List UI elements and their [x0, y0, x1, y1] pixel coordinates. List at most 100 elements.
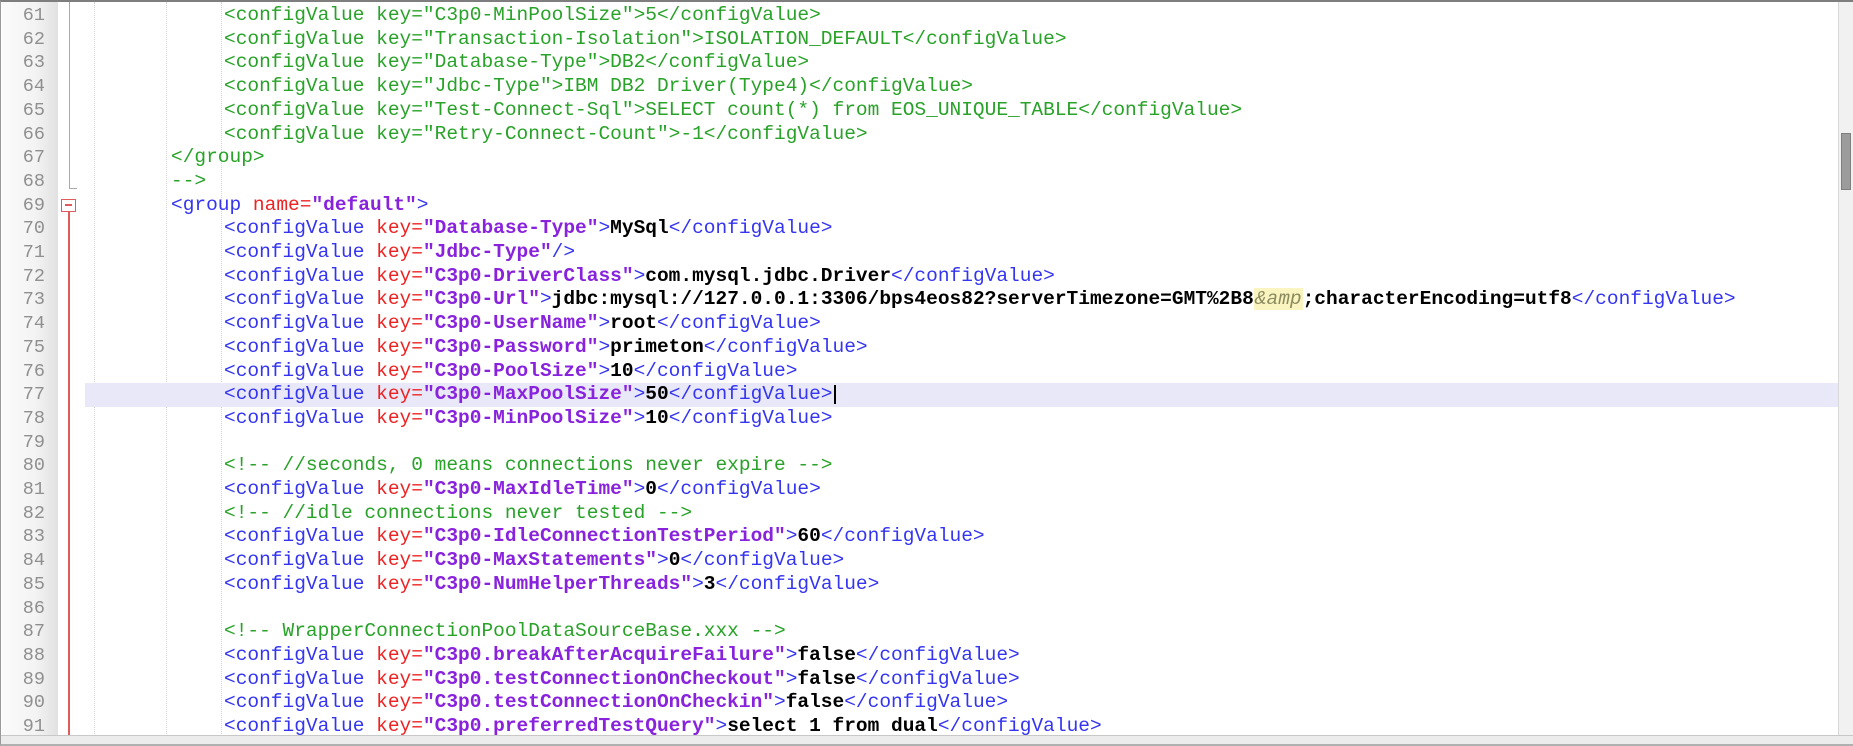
code-line-90[interactable]: <configValue key="C3p0.testConnectionOnC…	[85, 691, 1839, 715]
code-line-81[interactable]: <configValue key="C3p0-MaxIdleTime">0</c…	[85, 478, 1839, 502]
code-line-88[interactable]: <configValue key="C3p0.breakAfterAcquire…	[85, 644, 1839, 668]
fold-region-end-tick	[69, 188, 77, 189]
line-number-69[interactable]: 69	[2, 194, 45, 218]
token-tag: <configValue	[224, 407, 376, 429]
code-line-76[interactable]: <configValue key="C3p0-PoolSize">10</con…	[85, 360, 1839, 384]
token-tag: </configValue>	[704, 336, 868, 358]
code-line-89[interactable]: <configValue key="C3p0.testConnectionOnC…	[85, 668, 1839, 692]
code-line-62[interactable]: <configValue key="Transaction-Isolation"…	[85, 28, 1839, 52]
line-number-85[interactable]: 85	[2, 573, 45, 597]
code-line-78[interactable]: <configValue key="C3p0-MinPoolSize">10</…	[85, 407, 1839, 431]
line-number-63[interactable]: 63	[2, 51, 45, 75]
token-attr: key=	[376, 383, 423, 405]
code-line-73[interactable]: <configValue key="C3p0-Url">jdbc:mysql:/…	[85, 288, 1839, 312]
code-line-68[interactable]: -->	[85, 170, 1839, 194]
line-number-61[interactable]: 61	[2, 4, 45, 28]
code-line-75[interactable]: <configValue key="C3p0-Password">primeto…	[85, 336, 1839, 360]
token-tag: </configValue>	[844, 691, 1008, 713]
token-val: "C3p0-MaxStatements"	[423, 549, 657, 571]
token-tag: >	[634, 383, 646, 405]
line-number-88[interactable]: 88	[2, 644, 45, 668]
code-line-74[interactable]: <configValue key="C3p0-UserName">root</c…	[85, 312, 1839, 336]
code-line-77[interactable]: <configValue key="C3p0-MaxPoolSize">50</…	[85, 383, 1839, 407]
line-number-78[interactable]: 78	[2, 407, 45, 431]
token-tag: >	[540, 288, 552, 310]
code-line-70[interactable]: <configValue key="Database-Type">MySql</…	[85, 217, 1839, 241]
token-val: "C3p0-UserName"	[423, 312, 599, 334]
line-number-67[interactable]: 67	[2, 146, 45, 170]
token-val: "C3p0.preferredTestQuery"	[423, 715, 716, 736]
code-line-63[interactable]: <configValue key="Database-Type">DB2</co…	[85, 51, 1839, 75]
code-line-85[interactable]: <configValue key="C3p0-NumHelperThreads"…	[85, 573, 1839, 597]
code-area[interactable]: <configValue key="C3p0-MinPoolSize">5</c…	[85, 2, 1839, 736]
fold-column	[58, 2, 85, 736]
line-number-64[interactable]: 64	[2, 75, 45, 99]
line-number-83[interactable]: 83	[2, 525, 45, 549]
code-line-87[interactable]: <!-- WrapperConnectionPoolDataSourceBase…	[85, 620, 1839, 644]
fold-collapse-icon[interactable]	[61, 199, 76, 212]
token-comment: <configValue key="Test-Connect-Sql">SELE…	[224, 99, 1242, 121]
line-number-73[interactable]: 73	[2, 288, 45, 312]
line-number-66[interactable]: 66	[2, 123, 45, 147]
horizontal-scrollbar-track[interactable]	[1, 735, 1853, 744]
line-number-81[interactable]: 81	[2, 478, 45, 502]
line-number-82[interactable]: 82	[2, 502, 45, 526]
token-val: "C3p0.breakAfterAcquireFailure"	[423, 644, 786, 666]
token-attr: key=	[376, 668, 423, 690]
code-line-91[interactable]: <configValue key="C3p0.preferredTestQuer…	[85, 715, 1839, 736]
code-line-61[interactable]: <configValue key="C3p0-MinPoolSize">5</c…	[85, 4, 1839, 28]
line-number-70[interactable]: 70	[2, 217, 45, 241]
token-tag: </configValue>	[657, 478, 821, 500]
token-val: "C3p0-MinPoolSize"	[423, 407, 634, 429]
code-line-83[interactable]: <configValue key="C3p0-IdleConnectionTes…	[85, 525, 1839, 549]
token-val: "C3p0-DriverClass"	[423, 265, 634, 287]
line-number-87[interactable]: 87	[2, 620, 45, 644]
line-number-84[interactable]: 84	[2, 549, 45, 573]
vertical-scrollbar[interactable]	[1838, 2, 1853, 736]
token-text: MySql	[610, 217, 669, 239]
token-tag: <configValue	[224, 265, 376, 287]
line-number-75[interactable]: 75	[2, 336, 45, 360]
line-number-80[interactable]: 80	[2, 454, 45, 478]
code-line-71[interactable]: <configValue key="Jdbc-Type"/>	[85, 241, 1839, 265]
token-tag: <configValue	[224, 383, 376, 405]
token-tag: </configValue>	[1572, 288, 1736, 310]
token-text: false	[797, 668, 856, 690]
line-number-89[interactable]: 89	[2, 668, 45, 692]
token-val: "C3p0-Url"	[423, 288, 540, 310]
line-number-72[interactable]: 72	[2, 265, 45, 289]
code-line-84[interactable]: <configValue key="C3p0-MaxStatements">0<…	[85, 549, 1839, 573]
token-entity: &amp	[1254, 288, 1303, 310]
token-tag: <configValue	[224, 360, 376, 382]
code-line-64[interactable]: <configValue key="Jdbc-Type">IBM DB2 Dri…	[85, 75, 1839, 99]
code-line-69[interactable]: <group name="default">	[85, 194, 1839, 218]
line-number-65[interactable]: 65	[2, 99, 45, 123]
token-tag: >	[774, 691, 786, 713]
line-number-79[interactable]: 79	[2, 431, 45, 455]
line-number-74[interactable]: 74	[2, 312, 45, 336]
code-line-67[interactable]: </group>	[85, 146, 1839, 170]
token-attr: key=	[376, 241, 423, 263]
token-text: 10	[645, 407, 668, 429]
line-number-71[interactable]: 71	[2, 241, 45, 265]
line-number-62[interactable]: 62	[2, 28, 45, 52]
line-number-90[interactable]: 90	[2, 691, 45, 715]
code-line-82[interactable]: <!-- //idle connections never tested -->	[85, 502, 1839, 526]
code-line-66[interactable]: <configValue key="Retry-Connect-Count">-…	[85, 123, 1839, 147]
code-line-65[interactable]: <configValue key="Test-Connect-Sql">SELE…	[85, 99, 1839, 123]
line-number-77[interactable]: 77	[2, 383, 45, 407]
line-number-68[interactable]: 68	[2, 170, 45, 194]
token-tag: >	[786, 525, 798, 547]
code-line-79[interactable]	[85, 431, 1839, 455]
code-line-72[interactable]: <configValue key="C3p0-DriverClass">com.…	[85, 265, 1839, 289]
line-number-86[interactable]: 86	[2, 597, 45, 621]
token-text: 50	[645, 383, 668, 405]
token-comment: <configValue key="C3p0-MinPoolSize">5</c…	[224, 4, 821, 26]
token-text: com.mysql.jdbc.Driver	[645, 265, 891, 287]
code-line-86[interactable]	[85, 597, 1839, 621]
vertical-scrollbar-thumb[interactable]	[1841, 133, 1851, 190]
line-number-76[interactable]: 76	[2, 360, 45, 384]
code-line-80[interactable]: <!-- //seconds, 0 means connections neve…	[85, 454, 1839, 478]
token-tag: <configValue	[224, 336, 376, 358]
token-text: root	[610, 312, 657, 334]
